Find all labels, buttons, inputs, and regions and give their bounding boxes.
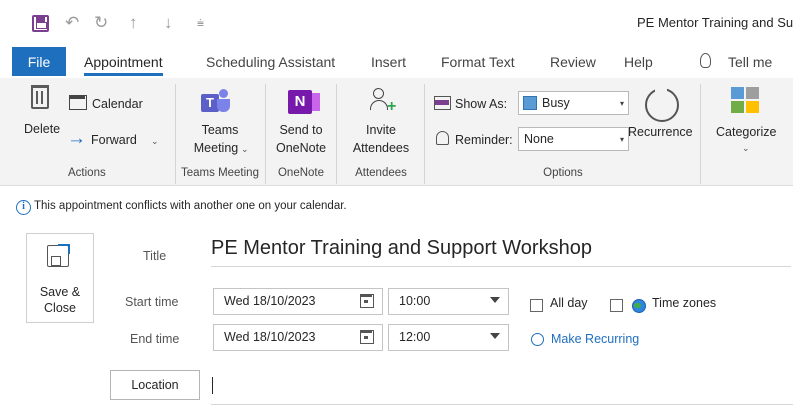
title-bar: ↶ ↻ ↑ ↓ ⩧ PE Mentor Training and Support… [0,0,793,44]
forward-icon[interactable]: → [67,129,86,148]
down-arrow-icon[interactable]: ↓ [164,14,173,31]
group-label-attendees: Attendees [355,167,407,179]
location-input[interactable] [211,404,793,405]
teams-icon[interactable]: T [201,89,231,113]
end-date-field[interactable]: Wed 18/10/2023 [213,324,383,351]
chevron-down-icon[interactable]: ⌄ [742,144,750,153]
forward-button[interactable]: Forward [91,133,137,147]
time-zones-checkbox[interactable] [610,299,623,312]
all-day-checkbox[interactable] [530,299,543,312]
group-label-onenote: OneNote [277,167,325,179]
reminder-label: Reminder: [455,133,513,147]
chevron-down-icon[interactable] [490,297,500,303]
tab-review[interactable]: Review [550,47,596,77]
calendar-icon[interactable] [360,330,374,344]
group-divider [265,84,266,184]
save-close-label-line-1: Save & [39,285,81,299]
recurrence-button[interactable]: Recurrence [628,125,693,139]
ribbon: Delete Calendar → Forward ⌄ Actions T Te… [0,78,793,186]
ribbon-tabs: File Appointment Scheduling Assistant In… [0,47,793,77]
group-label-actions: Actions [68,167,106,179]
tell-me-search[interactable]: Tell me [728,47,772,77]
categorize-icon[interactable] [731,87,761,115]
group-label-options: Options [543,167,583,179]
invite-attendees-icon[interactable]: + [370,86,398,115]
send-to-onenote-label-2[interactable]: OneNote [268,141,334,155]
start-date-value: Wed 18/10/2023 [224,294,316,308]
globe-icon [632,299,646,313]
customize-icon[interactable]: ⩧ [197,17,204,29]
chevron-down-icon[interactable] [490,333,500,339]
save-close-label-line-2: Close [44,301,76,315]
bell-icon [436,131,449,145]
start-time-field[interactable]: 10:00 [388,288,509,315]
show-as-label: Show As: [455,97,508,111]
calendar-icon[interactable] [69,95,87,110]
tab-insert[interactable]: Insert [371,47,406,77]
text-cursor [212,377,213,394]
tab-format-text[interactable]: Format Text [441,47,515,77]
up-arrow-icon[interactable]: ↑ [129,14,138,31]
group-divider [336,84,337,184]
undo-icon[interactable]: ↶ [65,14,79,31]
group-label-teams-meeting: Teams Meeting [181,167,259,179]
title-label: Title [143,249,167,263]
end-time-field[interactable]: 12:00 [388,324,509,351]
recurrence-icon[interactable] [645,86,679,122]
save-close-label: Save & Close [27,284,93,316]
calendar-button[interactable]: Calendar [92,97,143,111]
show-as-value: Busy [542,96,570,110]
onenote-icon[interactable]: N [288,90,320,114]
group-divider [424,84,425,184]
make-recurring-link[interactable]: Make Recurring [551,332,639,346]
categorize-button[interactable]: Categorize [716,125,776,139]
start-time-label: Start time [125,295,179,309]
invite-attendees-label-1[interactable]: Invite [340,123,422,137]
location-label: Location [131,378,179,392]
chevron-down-icon[interactable]: ▾ [620,99,624,108]
delete-button[interactable]: Delete [24,122,60,136]
end-time-value: 12:00 [399,330,431,344]
invite-attendees-label-2[interactable]: Attendees [340,141,422,155]
tab-appointment[interactable]: Appointment [84,47,163,77]
start-time-value: 10:00 [399,294,431,308]
end-time-label: End time [130,332,180,346]
teams-meeting-label-1[interactable]: Teams [180,123,260,137]
all-day-label: All day [550,296,588,310]
tab-file[interactable]: File [12,47,66,76]
show-as-icon [434,96,451,110]
lightbulb-icon [700,53,711,68]
end-date-value: Wed 18/10/2023 [224,330,316,344]
window-title: PE Mentor Training and Support Workshop [637,15,793,30]
chevron-down-icon[interactable]: ⌄ [241,145,249,154]
recurrence-icon[interactable] [531,333,544,346]
time-zones-label: Time zones [652,296,717,310]
send-to-onenote-label-1[interactable]: Send to [268,123,334,137]
calendar-icon[interactable] [360,294,374,308]
reminder-value: None [524,132,554,146]
conflict-message: This appointment conflicts with another … [34,200,347,212]
show-as-dropdown[interactable]: Busy ▾ [518,91,629,115]
redo-icon[interactable]: ↻ [94,14,108,31]
title-input[interactable]: PE Mentor Training and Support Workshop [211,237,791,267]
busy-color-swatch [523,96,537,110]
conflict-info-bar: i This appointment conflicts with anothe… [0,187,793,227]
group-divider [700,84,701,184]
tab-scheduling-assistant[interactable]: Scheduling Assistant [206,47,335,77]
location-button[interactable]: Location [110,370,200,400]
start-date-field[interactable]: Wed 18/10/2023 [213,288,383,315]
save-icon[interactable] [32,15,49,32]
chevron-down-icon[interactable]: ⌄ [151,137,159,146]
appointment-form: Save & Close Title PE Mentor Training an… [0,228,793,408]
delete-icon[interactable] [31,85,49,109]
reminder-dropdown[interactable]: None ▾ [518,127,629,151]
tab-help[interactable]: Help [624,47,653,77]
save-close-button[interactable]: Save & Close [26,233,94,323]
chevron-down-icon[interactable]: ▾ [620,135,624,144]
save-close-icon [47,244,70,267]
info-icon: i [16,200,31,215]
